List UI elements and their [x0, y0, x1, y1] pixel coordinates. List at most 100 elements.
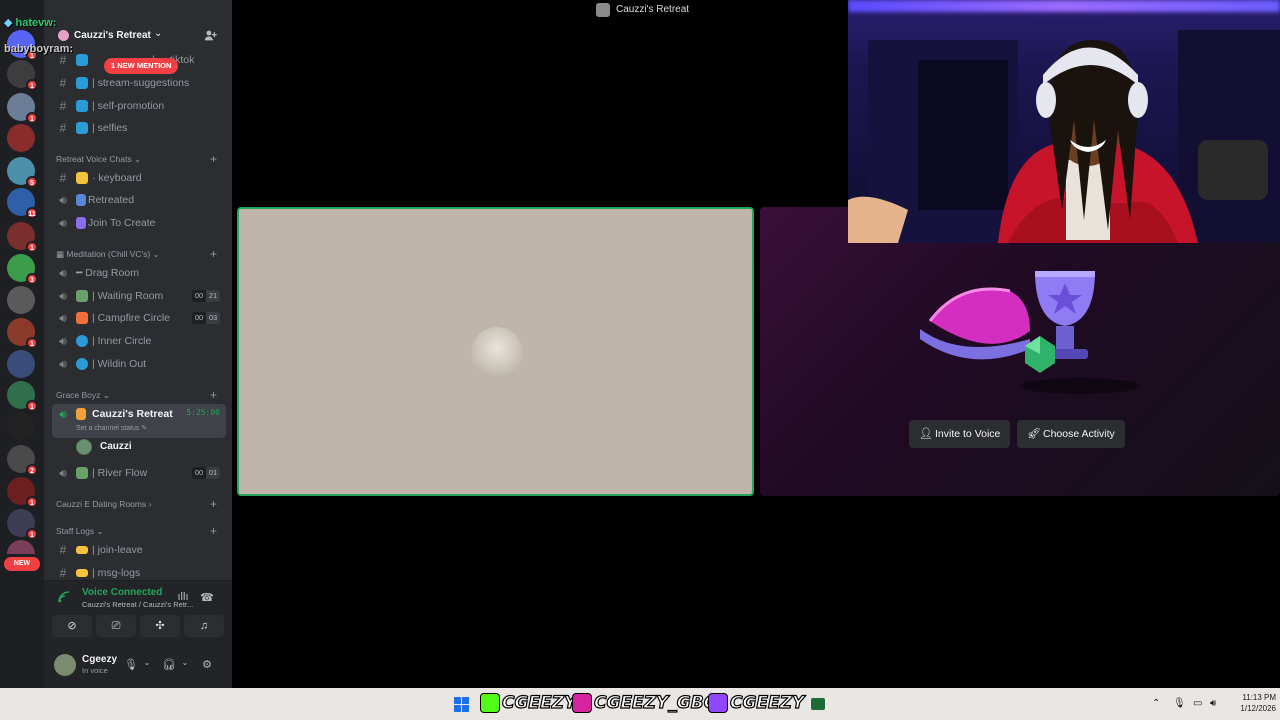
channel-emoji-icon: [76, 467, 88, 479]
call-timer: 5:25:00: [186, 408, 220, 417]
add-channel-icon[interactable]: +: [210, 497, 217, 511]
voice-status-title[interactable]: Voice Connected: [82, 587, 162, 598]
system-clock[interactable]: 11:13 PM 1/12/2026: [1224, 692, 1276, 714]
channel-item[interactable]: # | join-leave: [52, 540, 226, 560]
discord-window: ◆ hatevw: babyboyram: 1 1 1 5 11 1 3 1 1…: [0, 0, 1280, 688]
voice-channel-item[interactable]: 🔊︎ | Wildin Out: [52, 354, 226, 374]
server-icon[interactable]: [7, 412, 35, 440]
category-retreat-voice[interactable]: Retreat Voice Chats ⌄ +: [56, 152, 217, 168]
screen-share-icon[interactable]: ⎚: [96, 615, 136, 637]
windows-start-icon[interactable]: [454, 697, 470, 713]
speaker-icon: 🔊︎: [59, 334, 67, 348]
signal-icon[interactable]: [58, 591, 72, 605]
microphone-icon[interactable]: 🎙︎: [1173, 698, 1186, 709]
chevron-down-icon[interactable]: ⌄: [178, 658, 192, 672]
server-icon[interactable]: 1: [7, 60, 38, 91]
channel-emoji-icon: [76, 77, 88, 89]
add-user-icon: 👤︎: [919, 428, 933, 440]
app-tray-icon[interactable]: [811, 698, 825, 710]
chevron-up-icon[interactable]: ⌃: [1152, 698, 1160, 709]
server-icon[interactable]: [7, 286, 35, 314]
server-icon[interactable]: 1: [7, 477, 38, 508]
channel-emoji-icon: [76, 100, 88, 112]
invite-to-voice-button[interactable]: 👤︎ Invite to Voice: [909, 420, 1011, 448]
trophy-illustration-icon: [920, 271, 1140, 394]
category-staff-logs[interactable]: Staff Logs ⌄ +: [56, 524, 217, 540]
channel-item[interactable]: # | msg-logs: [52, 563, 226, 579]
server-icon[interactable]: 1: [7, 509, 38, 540]
add-channel-icon[interactable]: +: [210, 247, 217, 261]
server-icon[interactable]: [7, 124, 35, 152]
voice-channel-item[interactable]: 🔊︎ Retreated: [52, 190, 226, 210]
disconnect-icon[interactable]: ☎: [200, 591, 214, 605]
voice-channel-active[interactable]: 🔊︎ Cauzzi's Retreat 5:25:00 Set a channe…: [52, 404, 226, 438]
server-icon[interactable]: 3: [7, 254, 38, 285]
server-icon[interactable]: [7, 350, 35, 378]
voice-channel-item[interactable]: 🔊︎ | Waiting Room 00 21: [52, 286, 226, 306]
category-grace-boyz[interactable]: Grace Boyz ⌄ +: [56, 388, 217, 404]
channel-emoji-icon: [76, 358, 88, 370]
new-servers-pill[interactable]: NEW: [4, 557, 40, 571]
voice-channel-item[interactable]: 🔊︎ | Campfire Circle 00 03: [52, 308, 226, 328]
voice-channel-item[interactable]: 🔊︎ | River Flow 00 01: [52, 463, 226, 483]
add-channel-icon[interactable]: +: [210, 152, 217, 166]
crown-icon: [76, 408, 86, 420]
microphone-icon[interactable]: 🎙︎: [124, 658, 138, 672]
new-mention-pill[interactable]: 1 NEW MENTION: [104, 58, 179, 74]
channel-item[interactable]: # · keyboard: [52, 168, 226, 188]
choose-activity-button[interactable]: 🚀︎ Choose Activity: [1017, 420, 1125, 448]
instagram-handle: CGEEZY_GBC: [572, 692, 717, 715]
channel-avatar-icon: [596, 3, 610, 17]
user-count: 00 01: [192, 467, 220, 479]
instagram-logo-icon: [572, 693, 592, 713]
channel-emoji-icon: [76, 194, 86, 206]
server-icon[interactable]: 1: [7, 93, 38, 124]
voice-channel-item[interactable]: 🔊︎ Join To Create: [52, 213, 226, 233]
channel-emoji-icon: [76, 290, 88, 302]
server-icon[interactable]: 1: [7, 318, 38, 349]
voice-channel-item[interactable]: 🔊︎ | Inner Circle: [52, 331, 226, 351]
channel-item[interactable]: # | stream-suggestions: [52, 73, 226, 93]
activities-icon[interactable]: ✣: [140, 615, 180, 637]
led-strip: [848, 0, 1280, 12]
camera-off-icon[interactable]: ⊘: [52, 615, 92, 637]
avatar[interactable]: [54, 654, 76, 676]
speaker-active-icon: 🔊︎: [59, 407, 67, 421]
add-channel-icon[interactable]: +: [210, 388, 217, 402]
network-icon[interactable]: ▭: [1193, 698, 1202, 709]
channel-sidebar: Cauzzi's Retreat ⌄ 1 NEW MENTION #| ...-…: [44, 0, 232, 688]
category-dating[interactable]: Cauzzi E Dating Rooms › +: [56, 497, 217, 513]
chevron-down-icon[interactable]: ⌄: [140, 658, 154, 672]
channel-item[interactable]: # | selfies: [52, 118, 226, 138]
server-icon[interactable]: 5: [7, 157, 38, 188]
fire-icon: [76, 312, 88, 324]
channel-item[interactable]: # | self-promotion: [52, 96, 226, 116]
add-channel-icon[interactable]: +: [210, 524, 217, 538]
volume-icon[interactable]: 🔊︎: [1210, 698, 1216, 709]
server-icon[interactable]: 1: [7, 222, 38, 253]
rocket-icon: 🚀︎: [1027, 428, 1041, 440]
headphones-icon[interactable]: 🎧︎: [162, 658, 176, 672]
server-icon[interactable]: 1: [7, 381, 38, 412]
soundboard-icon[interactable]: ♫: [184, 615, 224, 637]
server-icon[interactable]: [7, 540, 35, 554]
user-panel: Cgeezy In voice 🎙︎ ⌄ 🎧︎ ⌄ ⚙: [44, 642, 232, 688]
speaker-icon: 🔊︎: [59, 289, 67, 303]
speaker-icon: 🔊︎: [59, 357, 67, 371]
channel-status-hint[interactable]: Set a channel status ✎: [76, 424, 147, 432]
server-rail: 1 1 1 5 11 1 3 1 1 2 1 1 NEW: [0, 0, 44, 688]
stream-chat-line: babyboyram:: [4, 43, 74, 55]
add-user-icon[interactable]: [204, 29, 218, 43]
server-icon[interactable]: 2: [7, 445, 38, 476]
server-icon[interactable]: 11: [7, 188, 38, 219]
noise-suppression-icon[interactable]: ıllı: [176, 591, 190, 605]
plus-emoji-icon: [76, 217, 86, 229]
user-video-tile[interactable]: [237, 207, 754, 496]
category-meditation[interactable]: ▦ Meditation (Chill VC's) ⌄ +: [56, 247, 217, 263]
username: Cgeezy: [82, 654, 118, 665]
voice-channel-item[interactable]: 🔊︎ ━ Drag Room: [52, 263, 226, 283]
gear-icon[interactable]: ⚙: [200, 658, 214, 672]
speaker-icon: 🔊︎: [59, 311, 67, 325]
speaker-icon: 🔊︎: [59, 466, 67, 480]
user-count: 00 21: [192, 290, 220, 302]
